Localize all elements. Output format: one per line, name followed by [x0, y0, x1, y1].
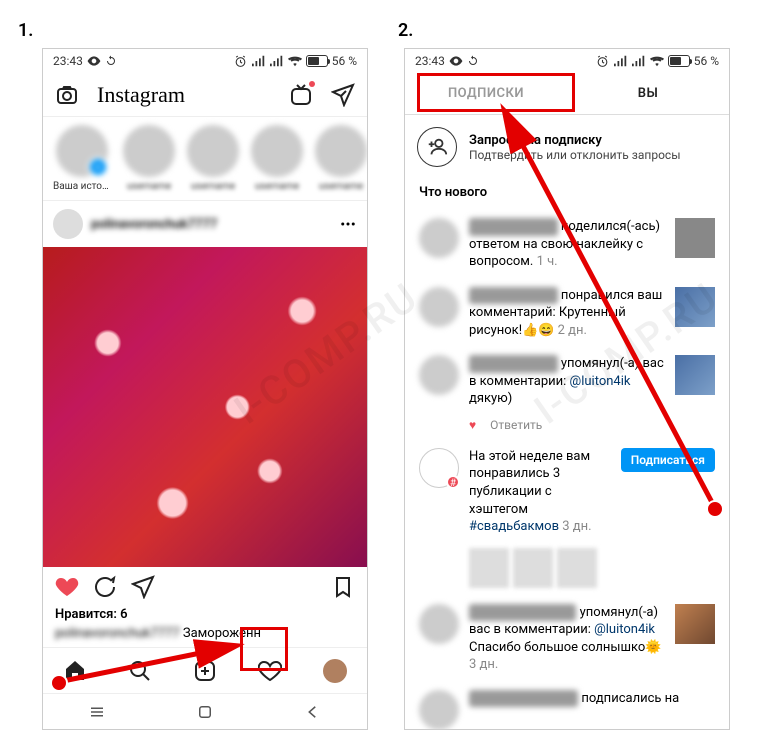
- activity-avatar[interactable]: [419, 218, 459, 258]
- share-button[interactable]: [131, 575, 155, 599]
- tab-you[interactable]: Вы: [567, 73, 729, 114]
- activity-text: На этой неделе вам понравились 3 публика…: [469, 448, 611, 536]
- sync-icon: [105, 55, 117, 67]
- post-caption: polinavoronchuk7777 Замороженн: [43, 626, 367, 647]
- your-story[interactable]: Ваша истор...: [53, 125, 111, 192]
- activity-tabs: ПОДПИСКИ Вы: [405, 73, 729, 115]
- activity-avatar[interactable]: [419, 604, 459, 644]
- annotation-dot-2: [706, 500, 724, 518]
- instagram-header: Instagram: [43, 73, 367, 117]
- status-bar: 23:43 56 %: [43, 49, 367, 73]
- like-button[interactable]: [55, 575, 79, 599]
- activity-text: username_long упомянул(-а) вас в коммент…: [469, 355, 665, 408]
- status-time: 23:43: [53, 54, 83, 68]
- story-item[interactable]: username: [123, 125, 175, 192]
- nav-activity[interactable]: [258, 659, 282, 683]
- activity-text: username_long понравился ваш комментарий…: [469, 287, 665, 340]
- direct-icon[interactable]: [331, 83, 355, 107]
- activity-thumb[interactable]: [675, 287, 715, 327]
- sync-icon: [467, 55, 479, 67]
- alarm-icon: [596, 54, 610, 68]
- post-avatar[interactable]: [53, 209, 83, 239]
- phone-screen-1: 23:43 56 % Instagram Ваша истор... usern…: [42, 48, 368, 730]
- activity-thumb[interactable]: [675, 604, 715, 644]
- activity-item[interactable]: username_long_xx упомянул(-а) вас в комм…: [405, 596, 729, 682]
- nav-add[interactable]: [193, 659, 217, 683]
- post-actions: [43, 567, 367, 607]
- activity-item[interactable]: username_1, user2 подписались на: [405, 682, 729, 730]
- activity-avatar[interactable]: [419, 287, 459, 327]
- wifi-icon: [288, 54, 302, 68]
- section-whatsnew: Что нового: [405, 179, 729, 210]
- home-key[interactable]: [196, 703, 214, 721]
- post-username[interactable]: polinavoronchuk7777: [91, 217, 217, 232]
- activity-item[interactable]: username_long поделился(-ась) ответом на…: [405, 210, 729, 279]
- bottom-nav: [43, 647, 367, 693]
- instagram-logo: Instagram: [97, 82, 185, 108]
- story-item[interactable]: username: [315, 125, 367, 192]
- follow-requests-title: Запросы на подписку: [469, 133, 681, 148]
- activity-text: username_long_xx упомянул(-а) вас в комм…: [469, 604, 665, 674]
- story-item[interactable]: username: [251, 125, 303, 192]
- follow-requests[interactable]: Запросы на подписку Подтвердить или откл…: [405, 115, 729, 179]
- annotation-dot-1: [50, 674, 68, 692]
- step-number-1: 1.: [18, 20, 33, 41]
- pub-thumb[interactable]: [557, 548, 597, 588]
- activity-item[interactable]: username_long понравился ваш комментарий…: [405, 279, 729, 348]
- menu-key[interactable]: [88, 703, 106, 721]
- eye-icon: [87, 56, 101, 66]
- phone-screen-2: 23:43 56 % ПОДПИСКИ Вы Запросы на подпис…: [404, 48, 730, 730]
- follow-request-icon: [417, 127, 457, 167]
- eye-icon: [449, 56, 463, 66]
- caption-text: Замороженн: [183, 626, 261, 641]
- pub-thumb[interactable]: [513, 548, 553, 588]
- activity-avatar[interactable]: [419, 355, 459, 395]
- activity-reply-row: ♥ Ответить: [405, 416, 729, 440]
- step-number-2: 2.: [398, 20, 413, 41]
- signal-icon: [252, 54, 266, 68]
- follow-requests-subtitle: Подтвердить или отклонить запросы: [469, 148, 681, 162]
- caption-username[interactable]: polinavoronchuk7777: [55, 626, 180, 641]
- back-key[interactable]: [304, 703, 322, 721]
- alarm-icon: [234, 54, 248, 68]
- wifi-icon: [650, 54, 664, 68]
- activity-item[interactable]: # На этой неделе вам понравились 3 публи…: [405, 440, 729, 544]
- post-image[interactable]: [43, 247, 367, 567]
- pub-thumb[interactable]: [469, 548, 509, 588]
- your-story-label: Ваша истор...: [53, 181, 111, 192]
- activity-text: username_long поделился(-ась) ответом на…: [469, 218, 665, 271]
- signal-icon: [614, 54, 628, 68]
- activity-text: username_1, user2 подписались на: [469, 690, 715, 708]
- status-bar: 23:43 56 %: [405, 49, 729, 73]
- activity-avatar[interactable]: [419, 690, 459, 730]
- nav-profile[interactable]: [323, 659, 347, 683]
- activity-thumb[interactable]: [675, 218, 715, 258]
- android-soft-keys: [43, 693, 367, 729]
- publications-row: [405, 544, 729, 596]
- status-time: 23:43: [415, 54, 445, 68]
- story-item[interactable]: username: [187, 125, 239, 192]
- reply-like-icon[interactable]: ♥: [469, 418, 476, 432]
- nav-search[interactable]: [128, 659, 152, 683]
- signal-icon-2: [270, 54, 284, 68]
- bookmark-button[interactable]: [331, 575, 355, 599]
- reply-button[interactable]: Ответить: [490, 418, 542, 432]
- battery-percent: 56 %: [332, 54, 357, 68]
- hashtag-avatar[interactable]: #: [419, 448, 459, 488]
- battery-icon: [306, 55, 328, 67]
- likes-count[interactable]: Нравится: 6: [43, 607, 367, 626]
- tab-following[interactable]: ПОДПИСКИ: [405, 73, 567, 114]
- activity-thumb[interactable]: [675, 355, 715, 395]
- more-icon[interactable]: [339, 215, 357, 233]
- post-header: polinavoronchuk7777: [43, 201, 367, 247]
- stories-row[interactable]: Ваша истор... username username username…: [43, 117, 367, 201]
- activity-item[interactable]: username_long упомянул(-а) вас в коммент…: [405, 347, 729, 416]
- comment-button[interactable]: [93, 575, 117, 599]
- battery-percent: 56 %: [694, 54, 719, 68]
- igtv-icon[interactable]: [289, 83, 313, 107]
- battery-icon: [668, 55, 690, 67]
- signal-icon-2: [632, 54, 646, 68]
- subscribe-button[interactable]: Подписаться: [621, 448, 715, 472]
- camera-icon[interactable]: [55, 83, 79, 107]
